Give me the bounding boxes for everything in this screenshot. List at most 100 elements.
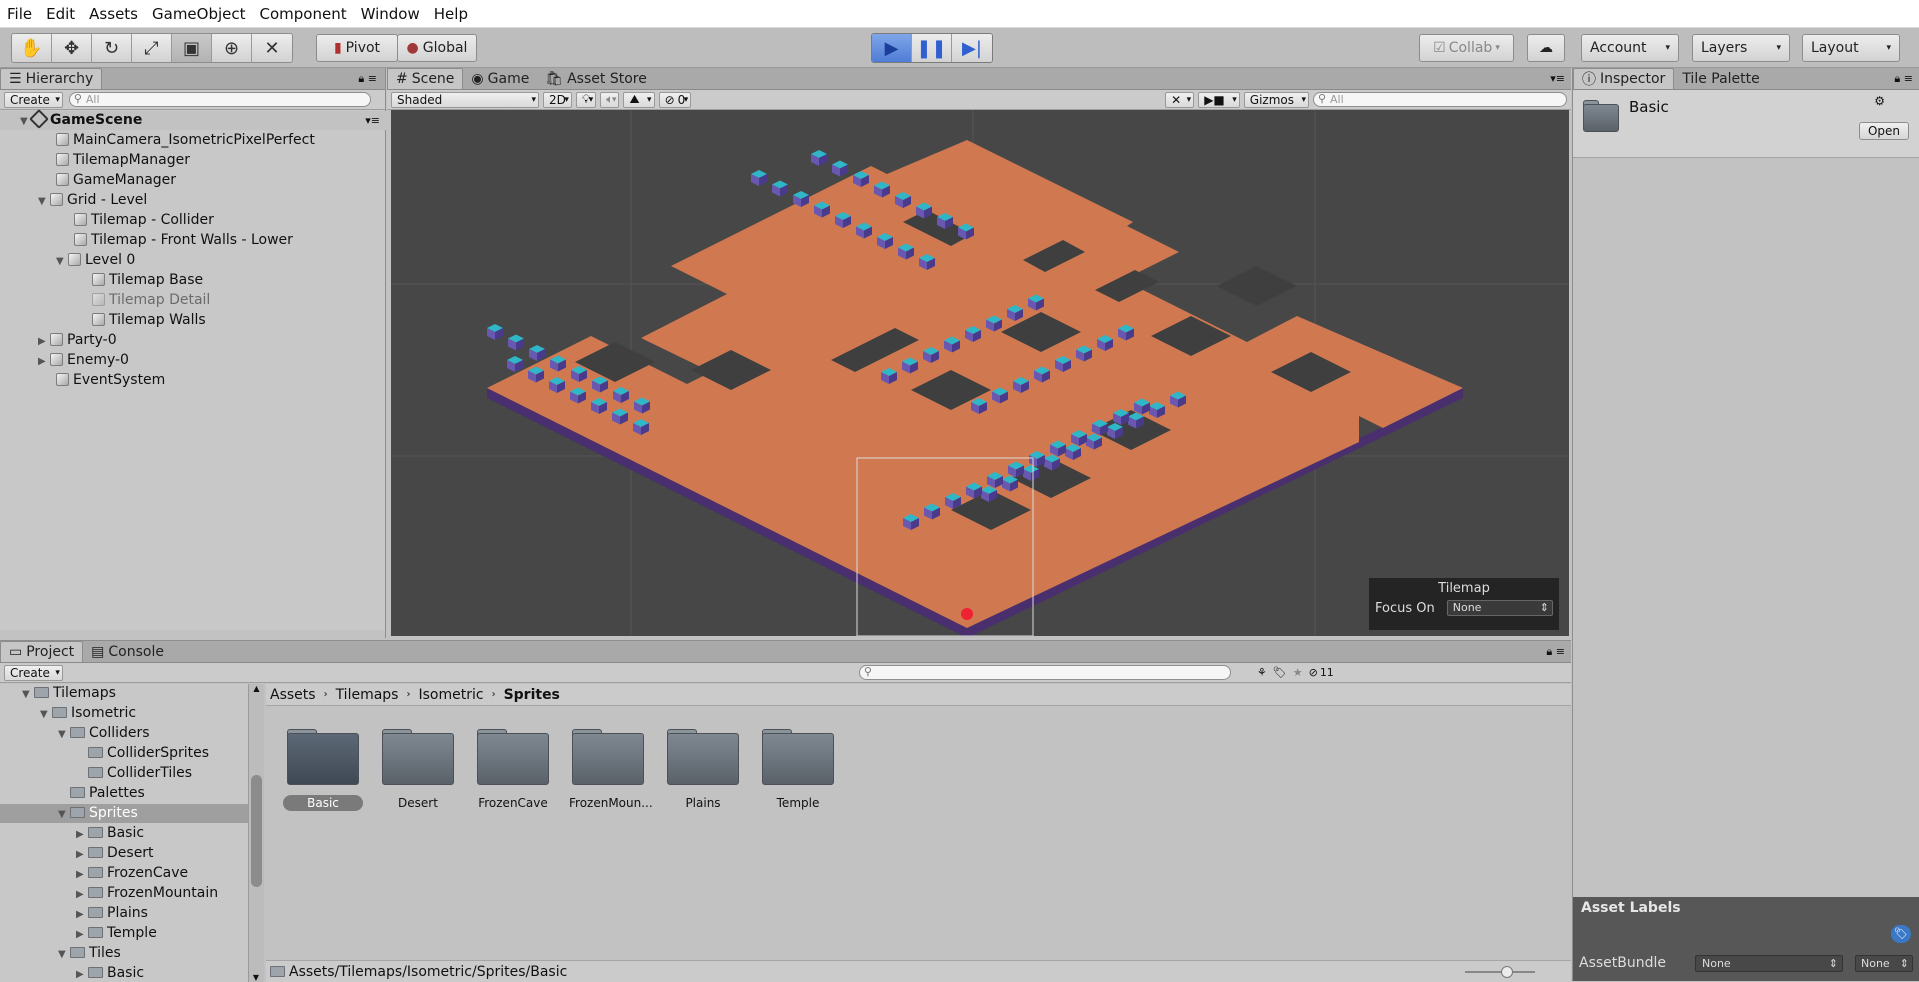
global-toggle[interactable]: ● Global <box>397 34 477 62</box>
expand-arrow-icon[interactable]: ▶ <box>76 885 88 904</box>
menu-assets[interactable]: Assets <box>82 0 145 28</box>
create-dropdown[interactable]: Create <box>4 91 63 108</box>
tree-item[interactable]: ▶ Basic <box>76 964 144 982</box>
camera-dropdown[interactable]: ▶■ <box>1198 91 1240 108</box>
asset-folder[interactable]: Basic <box>278 729 368 811</box>
tree-item[interactable]: TilemapManager <box>56 151 190 170</box>
tree-item[interactable]: ▼ Isometric <box>40 704 136 723</box>
expand-arrow-icon[interactable]: ▶ <box>76 905 88 924</box>
tab-inspector[interactable]: ⓘ Inspector <box>1573 68 1675 89</box>
variant-dropdown[interactable]: None ⇕ <box>1855 955 1913 972</box>
hidden-objects-toggle[interactable]: ⊘ 0 <box>658 91 692 108</box>
expand-arrow-icon[interactable]: ▼ <box>58 945 70 964</box>
tree-item[interactable]: Tilemap Detail <box>92 291 210 310</box>
menu-gameobject[interactable]: GameObject <box>145 0 253 28</box>
tree-item-selected[interactable]: ▼ Sprites <box>0 804 250 823</box>
shading-dropdown[interactable]: Shaded <box>391 91 539 108</box>
asset-folder[interactable]: Temple <box>753 729 843 811</box>
assetbundle-dropdown[interactable]: None ⇕ <box>1695 955 1843 972</box>
menu-file[interactable]: File <box>0 0 39 28</box>
toggle-2d-button[interactable]: 2D <box>543 91 572 108</box>
menu-help[interactable]: Help <box>427 0 475 28</box>
expand-arrow-icon[interactable]: ▼ <box>58 805 70 824</box>
expand-arrow-icon[interactable]: ▼ <box>58 725 70 744</box>
audio-toggle[interactable]: 🔈︎ <box>600 91 620 108</box>
pivot-toggle[interactable]: ▮ Pivot <box>316 34 398 62</box>
expand-arrow-icon[interactable]: ▼ <box>40 705 52 724</box>
tab-scene[interactable]: # Scene <box>387 68 464 89</box>
tab-hierarchy[interactable]: ☰ Hierarchy <box>0 68 103 89</box>
tree-item[interactable]: ▶ Plains <box>76 904 148 923</box>
scrollbar-thumb[interactable] <box>251 775 262 887</box>
tab-project[interactable]: ▭ Project <box>0 641 84 662</box>
tree-item[interactable]: ▶ FrozenMountain <box>76 884 218 903</box>
play-button[interactable]: ▶ <box>872 34 912 62</box>
hierarchy-search-input[interactable]: All <box>68 92 371 107</box>
scene-viewport[interactable]: Tilemap Focus On None ⇕ <box>391 110 1569 636</box>
tree-item[interactable]: GameManager <box>56 171 176 190</box>
tab-console[interactable]: ▤ Console <box>83 641 172 662</box>
breadcrumb-current[interactable]: Sprites <box>504 687 560 703</box>
scene-search-input[interactable]: All <box>1313 92 1567 107</box>
open-button[interactable]: Open <box>1858 122 1909 140</box>
tree-item[interactable]: ▼ Level 0 <box>56 251 135 270</box>
hand-tool-icon[interactable]: ✋ <box>12 34 52 62</box>
breadcrumb-item[interactable]: Isometric <box>418 687 483 703</box>
tree-scrollbar[interactable]: ▲ ▼ <box>248 684 264 982</box>
focus-on-dropdown[interactable]: None ⇕ <box>1446 600 1553 616</box>
filter-label-icon[interactable]: 🏷︎ <box>1273 666 1287 679</box>
tab-tile-palette[interactable]: Tile Palette <box>1674 68 1767 89</box>
project-search-input[interactable] <box>858 665 1231 680</box>
breadcrumb-item[interactable]: Assets <box>270 687 316 703</box>
expand-arrow-icon[interactable]: ▶ <box>76 965 88 982</box>
tag-icon[interactable]: 🏷︎ <box>1891 925 1911 943</box>
expand-arrow-icon[interactable]: ▶ <box>76 925 88 944</box>
expand-arrow-icon[interactable]: ▶ <box>38 332 50 351</box>
tree-item[interactable]: Tilemap - Collider <box>74 211 214 230</box>
expand-arrow-icon[interactable]: ▼ <box>56 252 68 271</box>
collab-button[interactable]: ☑ Collab ▾ <box>1419 34 1514 62</box>
favorite-star-icon[interactable]: ★ <box>1293 666 1303 679</box>
tab-game[interactable]: ◉ Game <box>463 68 537 89</box>
transform-tool-icon[interactable]: ⊕ <box>212 34 252 62</box>
menu-component[interactable]: Component <box>253 0 354 28</box>
gear-icon[interactable]: ⚙ <box>1874 94 1885 108</box>
asset-folder[interactable]: FrozenCave <box>468 729 558 811</box>
lock-icon[interactable]: 🔒︎ ≡ <box>1546 645 1565 659</box>
scene-row[interactable]: ▼ GameScene ▾≡ <box>0 109 386 130</box>
expand-arrow-icon[interactable]: ▶ <box>38 352 50 371</box>
asset-folder[interactable]: Desert <box>373 729 463 811</box>
tree-item[interactable]: ▶ FrozenCave <box>76 864 188 883</box>
create-dropdown[interactable]: Create <box>4 664 63 681</box>
expand-arrow-icon[interactable]: ▼ <box>22 685 34 704</box>
rect-tool-icon[interactable]: ▣ <box>172 34 212 62</box>
move-tool-icon[interactable]: ✥ <box>52 34 92 62</box>
asset-folder[interactable]: Plains <box>658 729 748 811</box>
pause-button[interactable]: ❚❚ <box>912 34 952 62</box>
layers-dropdown[interactable]: Layers ▾ <box>1692 34 1790 62</box>
expand-arrow-icon[interactable]: ▼ <box>38 192 50 211</box>
tree-item[interactable]: ▶ Basic <box>76 824 144 843</box>
tree-item[interactable]: ColliderSprites <box>88 744 209 763</box>
tree-item[interactable]: ▶ Enemy-0 <box>38 351 129 370</box>
tree-item[interactable]: Tilemap - Front Walls - Lower <box>74 231 293 250</box>
rotate-tool-icon[interactable]: ↻ <box>92 34 132 62</box>
tools-toggle[interactable]: ✕ <box>1165 91 1195 108</box>
step-button[interactable]: ▶| <box>952 34 992 62</box>
breadcrumb-item[interactable]: Tilemaps <box>336 687 399 703</box>
scale-tool-icon[interactable]: ⤢ <box>132 34 172 62</box>
layout-dropdown[interactable]: Layout ▾ <box>1802 34 1900 62</box>
expand-arrow-icon[interactable]: ▶ <box>76 865 88 884</box>
hidden-packages-toggle[interactable]: ⊘ 11 <box>1309 666 1334 679</box>
tree-item[interactable]: Palettes <box>70 784 145 803</box>
effects-dropdown[interactable]: ⛰ <box>623 91 655 108</box>
scene-menu-icon[interactable]: ▾≡ <box>365 111 380 130</box>
panel-menu-icon[interactable]: ▾≡ <box>1550 72 1565 85</box>
icon-size-slider[interactable] <box>1465 965 1535 978</box>
slider-thumb[interactable] <box>1501 965 1513 978</box>
cloud-button[interactable]: ☁ <box>1527 34 1565 62</box>
menu-window[interactable]: Window <box>354 0 427 28</box>
tree-item[interactable]: ▼ Tilemaps <box>22 684 116 703</box>
expand-arrow-icon[interactable]: ▶ <box>76 825 88 844</box>
tree-item[interactable]: ▶ Temple <box>76 924 157 943</box>
